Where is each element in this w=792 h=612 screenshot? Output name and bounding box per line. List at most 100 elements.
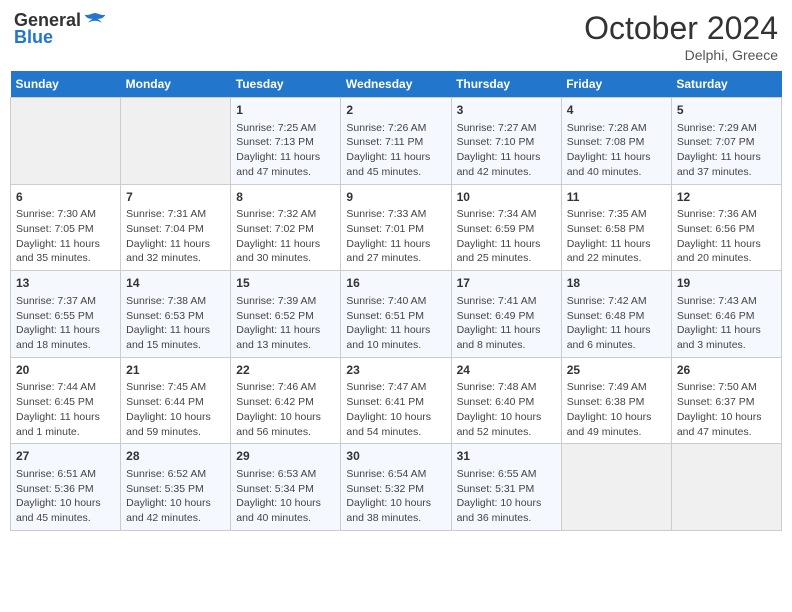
weekday-header-thursday: Thursday: [451, 71, 561, 98]
day-number: 1: [236, 102, 335, 119]
day-content: Sunrise: 7:50 AM Sunset: 6:37 PM Dayligh…: [677, 380, 776, 439]
weekday-header-tuesday: Tuesday: [231, 71, 341, 98]
week-row-3: 13Sunrise: 7:37 AM Sunset: 6:55 PM Dayli…: [11, 271, 782, 358]
day-content: Sunrise: 7:25 AM Sunset: 7:13 PM Dayligh…: [236, 121, 335, 180]
calendar-cell: 6Sunrise: 7:30 AM Sunset: 7:05 PM Daylig…: [11, 184, 121, 271]
day-content: Sunrise: 7:47 AM Sunset: 6:41 PM Dayligh…: [346, 380, 445, 439]
calendar-cell: 18 Sunrise: 7:42 AM Sunset: 6:48 PM Dayli…: [561, 271, 671, 358]
day-number: 21: [126, 362, 225, 379]
day-content: Sunrise: 7:38 AM Sunset: 6:53 PM Dayligh…: [126, 294, 225, 353]
calendar-cell: 26Sunrise: 7:50 AM Sunset: 6:37 PM Dayli…: [671, 357, 781, 444]
calendar-cell: 31 Sunrise: 6:55 AM Sunset: 5:31 PM Dayli…: [451, 444, 561, 531]
day-number: 25: [567, 362, 666, 379]
calendar-table: SundayMondayTuesdayWednesdayThursdayFrid…: [10, 71, 782, 531]
day-number: 23: [346, 362, 445, 379]
day-number: 18: [567, 275, 666, 292]
calendar-cell: 25Sunrise: 7:49 AM Sunset: 6:38 PM Dayli…: [561, 357, 671, 444]
calendar-cell: 19 Sunrise: 7:43 AM Sunset: 6:46 PM Dayli…: [671, 271, 781, 358]
week-row-2: 6Sunrise: 7:30 AM Sunset: 7:05 PM Daylig…: [11, 184, 782, 271]
day-content: Sunrise: 7:45 AM Sunset: 6:44 PM Dayligh…: [126, 380, 225, 439]
day-content: Sunrise: 7:39 AM Sunset: 6:52 PM Dayligh…: [236, 294, 335, 353]
day-number: 13: [16, 275, 115, 292]
day-content: Sunrise: 7:28 AM Sunset: 7:08 PM Dayligh…: [567, 121, 666, 180]
day-number: 26: [677, 362, 776, 379]
calendar-cell: 5Sunrise: 7:29 AM Sunset: 7:07 PM Daylig…: [671, 98, 781, 185]
calendar-cell: [121, 98, 231, 185]
day-number: 27: [16, 448, 115, 465]
calendar-cell: 12Sunrise: 7:36 AM Sunset: 6:56 PM Dayli…: [671, 184, 781, 271]
day-content: Sunrise: 7:30 AM Sunset: 7:05 PM Dayligh…: [16, 207, 115, 266]
calendar-cell: 27Sunrise: 6:51 AM Sunset: 5:36 PM Dayli…: [11, 444, 121, 531]
calendar-cell: 24Sunrise: 7:48 AM Sunset: 6:40 PM Dayli…: [451, 357, 561, 444]
calendar-cell: 2 Sunrise: 7:26 AM Sunset: 7:11 PM Daylig…: [341, 98, 451, 185]
calendar-cell: 21Sunrise: 7:45 AM Sunset: 6:44 PM Dayli…: [121, 357, 231, 444]
day-number: 20: [16, 362, 115, 379]
calendar-cell: 3 Sunrise: 7:27 AM Sunset: 7:10 PM Daylig…: [451, 98, 561, 185]
day-number: 16: [346, 275, 445, 292]
day-number: 12: [677, 189, 776, 206]
day-content: Sunrise: 7:27 AM Sunset: 7:10 PM Dayligh…: [457, 121, 556, 180]
day-content: Sunrise: 6:55 AM Sunset: 5:31 PM Dayligh…: [457, 467, 556, 526]
day-content: Sunrise: 7:44 AM Sunset: 6:45 PM Dayligh…: [16, 380, 115, 439]
day-number: 4: [567, 102, 666, 119]
weekday-header-wednesday: Wednesday: [341, 71, 451, 98]
day-content: Sunrise: 7:34 AM Sunset: 6:59 PM Dayligh…: [457, 207, 556, 266]
calendar-cell: 17 Sunrise: 7:41 AM Sunset: 6:49 PM Dayli…: [451, 271, 561, 358]
calendar-cell: 22Sunrise: 7:46 AM Sunset: 6:42 PM Dayli…: [231, 357, 341, 444]
day-number: 11: [567, 189, 666, 206]
day-number: 17: [457, 275, 556, 292]
calendar-cell: 9Sunrise: 7:33 AM Sunset: 7:01 PM Daylig…: [341, 184, 451, 271]
calendar-cell: 10Sunrise: 7:34 AM Sunset: 6:59 PM Dayli…: [451, 184, 561, 271]
day-number: 3: [457, 102, 556, 119]
day-content: Sunrise: 7:31 AM Sunset: 7:04 PM Dayligh…: [126, 207, 225, 266]
day-number: 9: [346, 189, 445, 206]
day-content: Sunrise: 7:42 AM Sunset: 6:48 PM Dayligh…: [567, 294, 666, 353]
calendar-cell: [671, 444, 781, 531]
day-number: 31: [457, 448, 556, 465]
day-number: 6: [16, 189, 115, 206]
calendar-cell: 29 Sunrise: 6:53 AM Sunset: 5:34 PM Dayli…: [231, 444, 341, 531]
week-row-5: 27Sunrise: 6:51 AM Sunset: 5:36 PM Dayli…: [11, 444, 782, 531]
day-number: 29: [236, 448, 335, 465]
month-title: October 2024: [584, 10, 778, 47]
day-content: Sunrise: 7:26 AM Sunset: 7:11 PM Dayligh…: [346, 121, 445, 180]
day-content: Sunrise: 7:41 AM Sunset: 6:49 PM Dayligh…: [457, 294, 556, 353]
day-number: 2: [346, 102, 445, 119]
location: Delphi, Greece: [584, 47, 778, 63]
weekday-header-sunday: Sunday: [11, 71, 121, 98]
title-block: October 2024 Delphi, Greece: [584, 10, 778, 63]
day-content: Sunrise: 7:43 AM Sunset: 6:46 PM Dayligh…: [677, 294, 776, 353]
calendar-cell: 20Sunrise: 7:44 AM Sunset: 6:45 PM Dayli…: [11, 357, 121, 444]
logo-bird-icon: [83, 11, 107, 31]
weekday-header-saturday: Saturday: [671, 71, 781, 98]
calendar-cell: 23Sunrise: 7:47 AM Sunset: 6:41 PM Dayli…: [341, 357, 451, 444]
day-content: Sunrise: 7:29 AM Sunset: 7:07 PM Dayligh…: [677, 121, 776, 180]
week-row-1: 1 Sunrise: 7:25 AM Sunset: 7:13 PM Daylig…: [11, 98, 782, 185]
calendar-cell: 11Sunrise: 7:35 AM Sunset: 6:58 PM Dayli…: [561, 184, 671, 271]
calendar-cell: 14 Sunrise: 7:38 AM Sunset: 6:53 PM Dayli…: [121, 271, 231, 358]
day-number: 7: [126, 189, 225, 206]
calendar-cell: 1 Sunrise: 7:25 AM Sunset: 7:13 PM Daylig…: [231, 98, 341, 185]
calendar-cell: 8Sunrise: 7:32 AM Sunset: 7:02 PM Daylig…: [231, 184, 341, 271]
day-content: Sunrise: 7:36 AM Sunset: 6:56 PM Dayligh…: [677, 207, 776, 266]
calendar-cell: 13Sunrise: 7:37 AM Sunset: 6:55 PM Dayli…: [11, 271, 121, 358]
weekday-header-monday: Monday: [121, 71, 231, 98]
calendar-cell: 30Sunrise: 6:54 AM Sunset: 5:32 PM Dayli…: [341, 444, 451, 531]
day-number: 15: [236, 275, 335, 292]
week-row-4: 20Sunrise: 7:44 AM Sunset: 6:45 PM Dayli…: [11, 357, 782, 444]
day-number: 19: [677, 275, 776, 292]
logo: General Blue: [14, 10, 107, 48]
day-content: Sunrise: 7:32 AM Sunset: 7:02 PM Dayligh…: [236, 207, 335, 266]
day-number: 28: [126, 448, 225, 465]
page-header: General Blue October 2024 Delphi, Greece: [10, 10, 782, 63]
day-content: Sunrise: 7:49 AM Sunset: 6:38 PM Dayligh…: [567, 380, 666, 439]
calendar-cell: 16Sunrise: 7:40 AM Sunset: 6:51 PM Dayli…: [341, 271, 451, 358]
day-number: 22: [236, 362, 335, 379]
weekday-header-row: SundayMondayTuesdayWednesdayThursdayFrid…: [11, 71, 782, 98]
calendar-cell: 28Sunrise: 6:52 AM Sunset: 5:35 PM Dayli…: [121, 444, 231, 531]
day-content: Sunrise: 7:35 AM Sunset: 6:58 PM Dayligh…: [567, 207, 666, 266]
day-number: 10: [457, 189, 556, 206]
day-number: 14: [126, 275, 225, 292]
day-content: Sunrise: 6:53 AM Sunset: 5:34 PM Dayligh…: [236, 467, 335, 526]
calendar-cell: 4 Sunrise: 7:28 AM Sunset: 7:08 PM Daylig…: [561, 98, 671, 185]
